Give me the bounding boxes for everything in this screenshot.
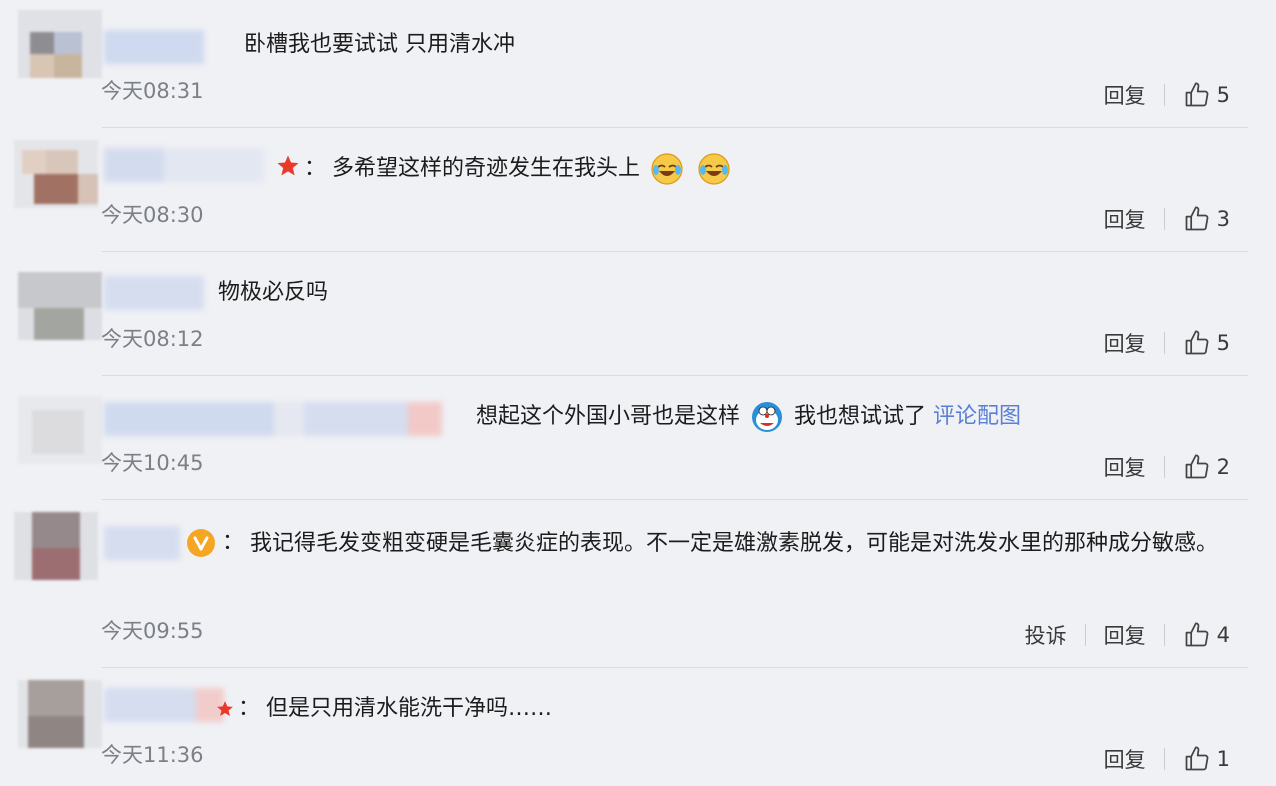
comment-time: 今天08:31	[101, 79, 204, 103]
report-button[interactable]: 投诉	[1025, 620, 1067, 650]
username-blurred[interactable]	[104, 688, 224, 722]
separator-colon: ：	[304, 156, 327, 181]
comment-text-body-2: 我也想试试了	[794, 404, 927, 429]
divider	[1163, 456, 1165, 478]
separator-colon: ：	[238, 696, 261, 721]
comment-text: 多希望这样的奇迹发生在我头上	[332, 152, 734, 186]
username-blurred[interactable]	[104, 276, 204, 310]
like-button[interactable]: 4	[1183, 621, 1230, 649]
star-badge-icon	[217, 701, 233, 717]
like-button[interactable]: 2	[1183, 453, 1230, 481]
comment-actions: 回复 5	[1104, 80, 1230, 110]
like-button[interactable]: 3	[1183, 205, 1230, 233]
like-count: 5	[1216, 83, 1230, 107]
thumbs-up-icon	[1185, 206, 1208, 231]
divider	[1163, 84, 1165, 106]
like-button[interactable]: 5	[1183, 329, 1230, 357]
username-blurred[interactable]	[104, 402, 442, 436]
thumbs-up-icon	[1185, 82, 1208, 107]
comment-actions: 回复 3	[1104, 204, 1230, 234]
avatar[interactable]	[14, 512, 98, 580]
comment-time: 今天08:30	[101, 203, 204, 227]
avatar[interactable]	[18, 396, 102, 464]
comment-text: 卧槽我也要试试 只用清水冲	[244, 32, 515, 57]
thumbs-up-icon	[1185, 622, 1208, 647]
divider	[1163, 332, 1165, 354]
reply-button[interactable]: 回复	[1104, 620, 1146, 650]
comment-item: 物极必反吗 今天08:12 回复 5	[0, 252, 1276, 376]
comment-item: 想起这个外国小哥也是这样 我也想试试了 评论配图 今天10:45 回复 2	[0, 376, 1276, 500]
avatar[interactable]	[18, 680, 102, 748]
comment-text: 我记得毛发变粗变硬是毛囊炎症的表现。不一定是雄激素脱发，可能是对洗发水里的那种成…	[250, 531, 1219, 556]
comment-text: 想起这个外国小哥也是这样 我也想试试了 评论配图	[476, 400, 1021, 434]
like-count: 2	[1216, 455, 1230, 479]
doraemon-emoji	[752, 402, 783, 432]
divider	[1163, 208, 1165, 230]
comment-text: 但是只用清水能洗干净吗……	[266, 696, 553, 721]
comment-text: 物极必反吗	[218, 280, 329, 305]
avatar[interactable]	[18, 10, 102, 78]
comment-time: 今天08:12	[101, 327, 204, 351]
comment-time: 今天09:55	[101, 619, 204, 643]
avatar[interactable]	[18, 272, 102, 340]
comment-text-body: 想起这个外国小哥也是这样	[476, 404, 741, 429]
comment-image-link[interactable]: 评论配图	[933, 404, 1021, 429]
username-blurred[interactable]	[104, 148, 264, 182]
laugh-cry-emoji	[698, 153, 730, 185]
like-button[interactable]: 1	[1183, 745, 1230, 773]
comment-text-body: 多希望这样的奇迹发生在我头上	[332, 156, 641, 181]
reply-button[interactable]: 回复	[1104, 744, 1146, 774]
avatar[interactable]	[14, 140, 98, 208]
comment-item: ： 我记得毛发变粗变硬是毛囊炎症的表现。不一定是雄激素脱发，可能是对洗发水里的那…	[0, 500, 1276, 668]
divider	[1084, 624, 1086, 646]
reply-button[interactable]: 回复	[1104, 452, 1146, 482]
username-blurred[interactable]	[104, 30, 204, 64]
comment-time: 今天11:36	[101, 743, 204, 767]
thumbs-up-icon	[1185, 330, 1208, 355]
thumbs-up-icon	[1185, 746, 1208, 771]
laugh-cry-emoji	[651, 153, 683, 185]
comment-actions: 投诉 回复 4	[1025, 620, 1230, 650]
comment-actions: 回复 1	[1104, 744, 1230, 774]
comment-time: 今天10:45	[101, 451, 204, 475]
like-count: 1	[1216, 747, 1230, 771]
divider	[1163, 748, 1165, 770]
like-button[interactable]: 5	[1183, 81, 1230, 109]
reply-button[interactable]: 回复	[1104, 80, 1146, 110]
thumbs-up-icon	[1185, 454, 1208, 479]
star-badge-icon	[277, 155, 299, 176]
comment-item: ： 多希望这样的奇迹发生在我头上 今天08:30 回复 3	[0, 128, 1276, 252]
comment-item: ： 但是只用清水能洗干净吗…… 今天11:36 回复 1	[0, 668, 1276, 786]
comment-actions: 回复 2	[1104, 452, 1230, 482]
comment-actions: 回复 5	[1104, 328, 1230, 358]
like-count: 3	[1216, 207, 1230, 231]
reply-button[interactable]: 回复	[1104, 204, 1146, 234]
reply-button[interactable]: 回复	[1104, 328, 1146, 358]
like-count: 5	[1216, 331, 1230, 355]
comment-item: 卧槽我也要试试 只用清水冲 今天08:31 回复 5	[0, 0, 1276, 128]
divider	[1163, 624, 1165, 646]
like-count: 4	[1216, 623, 1230, 647]
